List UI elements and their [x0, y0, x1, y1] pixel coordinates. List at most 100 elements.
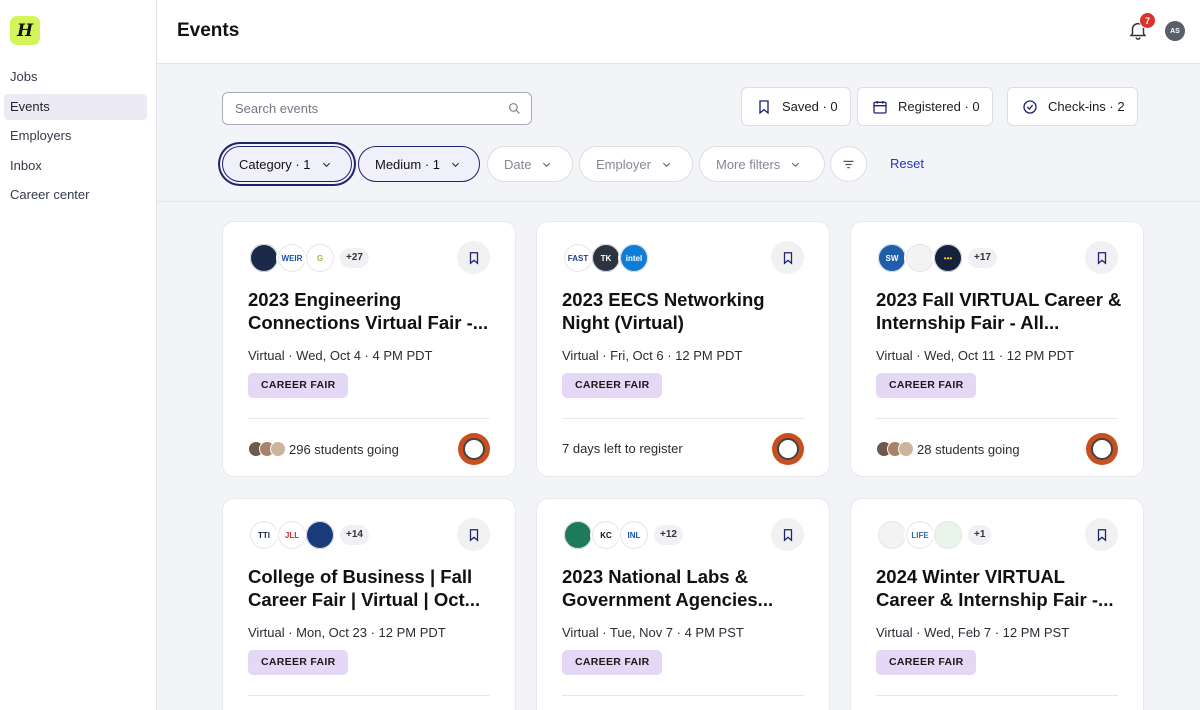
event-meta: Virtual · Wed, Oct 11 · 12 PM PDT: [876, 348, 1074, 363]
registered-label: Registered · 0: [898, 99, 980, 114]
more-employers-count: +12: [654, 525, 683, 545]
user-avatar[interactable]: AS: [1165, 21, 1185, 41]
bookmark-icon: [783, 528, 792, 542]
event-meta: Virtual · Tue, Nov 7 · 4 PM PST: [562, 625, 744, 640]
event-title[interactable]: 2023 National Labs & Government Agencies…: [562, 565, 812, 611]
employer-logo: [932, 519, 964, 551]
employer-logos: WEIR G +27: [248, 242, 369, 274]
divider: [562, 695, 804, 696]
search-box: [222, 92, 532, 125]
event-title[interactable]: College of Business | Fall Career Fair |…: [248, 565, 498, 611]
medium-filter[interactable]: Medium · 1: [358, 146, 480, 182]
employer-logos: TTI JLL +14: [248, 519, 369, 551]
event-type-tag: CAREER FAIR: [562, 650, 663, 675]
employer-logo: intel: [618, 242, 650, 274]
bookmark-button[interactable]: [1085, 518, 1118, 551]
chevron-down-icon: [543, 162, 551, 167]
host-school-logo: [1086, 433, 1118, 465]
reset-button[interactable]: Reset: [890, 156, 924, 171]
event-type-tag: CAREER FAIR: [876, 650, 977, 675]
date-filter[interactable]: Date: [487, 146, 573, 182]
bookmark-button[interactable]: [771, 241, 804, 274]
event-meta: Virtual · Fri, Oct 6 · 12 PM PDT: [562, 348, 743, 363]
saved-button[interactable]: Saved · 0: [741, 87, 851, 126]
event-title[interactable]: 2023 EECS Networking Night (Virtual): [562, 288, 812, 334]
more-filters-button[interactable]: More filters: [699, 146, 825, 182]
sort-button[interactable]: [830, 146, 867, 182]
event-title[interactable]: 2024 Winter VIRTUAL Career & Internship …: [876, 565, 1126, 611]
sidebar-nav: Jobs Events Employers Inbox Career cente…: [4, 64, 147, 212]
event-card[interactable]: LIFE +1 2024 Winter VIRTUAL Career & Inte…: [850, 498, 1144, 710]
card-footer: 28 students going: [876, 441, 1020, 457]
event-card[interactable]: SW ••• +17 2023 Fall VIRTUAL Career & Inte…: [850, 221, 1144, 477]
category-filter[interactable]: Category · 1: [222, 146, 352, 182]
employer-logos: SW ••• +17: [876, 242, 997, 274]
chevron-down-icon: [451, 162, 460, 167]
card-footer: 296 students going: [248, 441, 399, 457]
page-title: Events: [177, 20, 240, 41]
bookmark-button[interactable]: [457, 241, 490, 274]
bookmark-icon: [469, 528, 478, 542]
checkins-button[interactable]: Check-ins · 2: [1007, 87, 1138, 126]
divider: [248, 418, 490, 419]
employer-logo: INL: [618, 519, 650, 551]
chevron-down-icon: [662, 162, 671, 167]
bookmark-button[interactable]: [457, 518, 490, 551]
calendar-icon: [873, 100, 887, 114]
event-title[interactable]: 2023 Engineering Connections Virtual Fai…: [248, 288, 498, 334]
more-employers-count: +1: [968, 525, 992, 545]
chevron-down-icon: [792, 162, 800, 167]
bookmark-button[interactable]: [1085, 241, 1118, 274]
attendee-avatar: [270, 441, 286, 457]
saved-label: Saved · 0: [782, 99, 838, 114]
employer-logos: FAST TK intel: [562, 242, 650, 274]
event-card[interactable]: WEIR G +27 2023 Engineering Connections Vi…: [222, 221, 516, 477]
sidebar-item-jobs[interactable]: Jobs: [4, 64, 147, 90]
event-card[interactable]: KC INL +12 2023 National Labs & Government…: [536, 498, 830, 710]
event-card[interactable]: FAST TK intel 2023 EECS Networking Night (…: [536, 221, 830, 477]
event-meta: Virtual · Mon, Oct 23 · 12 PM PDT: [248, 625, 446, 640]
divider: [248, 695, 490, 696]
search-input[interactable]: [223, 93, 493, 124]
attendee-avatar: [898, 441, 914, 457]
app-logo[interactable]: H: [10, 16, 40, 45]
registered-button[interactable]: Registered · 0: [857, 87, 993, 126]
more-filters-label: More filters: [716, 156, 781, 172]
notification-badge: 7: [1139, 12, 1156, 29]
attendee-avatars: [248, 441, 286, 457]
event-type-tag: CAREER FAIR: [562, 373, 663, 398]
sidebar-item-inbox[interactable]: Inbox: [4, 153, 147, 179]
bookmark-icon: [759, 99, 769, 114]
top-bar: Events 7 AS: [157, 0, 1200, 64]
card-footer-text: 28 students going: [917, 441, 1020, 457]
host-school-logo: [458, 433, 490, 465]
sort-lines-icon: [843, 160, 854, 168]
employer-filter[interactable]: Employer: [579, 146, 693, 182]
sidebar-item-employers[interactable]: Employers: [4, 123, 147, 149]
card-footer-text: 7 days left to register: [562, 441, 683, 456]
bookmark-icon: [469, 251, 478, 265]
search-icon[interactable]: [508, 102, 521, 120]
event-title[interactable]: 2023 Fall VIRTUAL Career & Internship Fa…: [876, 288, 1126, 334]
bookmark-icon: [783, 251, 792, 265]
sidebar-item-career-center[interactable]: Career center: [4, 182, 147, 208]
category-filter-label: Category · 1: [239, 156, 311, 172]
event-card[interactable]: TTI JLL +14 College of Business | Fall Car…: [222, 498, 516, 710]
more-employers-count: +14: [340, 525, 369, 545]
more-employers-count: +27: [340, 248, 369, 268]
divider: [562, 418, 804, 419]
events-grid: WEIR G +27 2023 Engineering Connections Vi…: [222, 221, 1144, 710]
event-type-tag: CAREER FAIR: [876, 373, 977, 398]
attendee-avatars: [876, 441, 914, 457]
event-type-tag: CAREER FAIR: [248, 373, 349, 398]
check-circle-icon: [1023, 99, 1037, 114]
host-school-logo: [772, 433, 804, 465]
sidebar: H Jobs Events Employers Inbox Career cen…: [0, 0, 157, 710]
filters-bar: Saved · 0 Registered · 0 Check-ins · 2 C…: [157, 65, 1200, 202]
medium-filter-label: Medium · 1: [375, 156, 441, 172]
employer-logos: LIFE +1: [876, 519, 992, 551]
sidebar-item-events[interactable]: Events: [4, 93, 147, 120]
employer-logo: •••: [932, 242, 964, 274]
divider: [876, 418, 1118, 419]
bookmark-button[interactable]: [771, 518, 804, 551]
